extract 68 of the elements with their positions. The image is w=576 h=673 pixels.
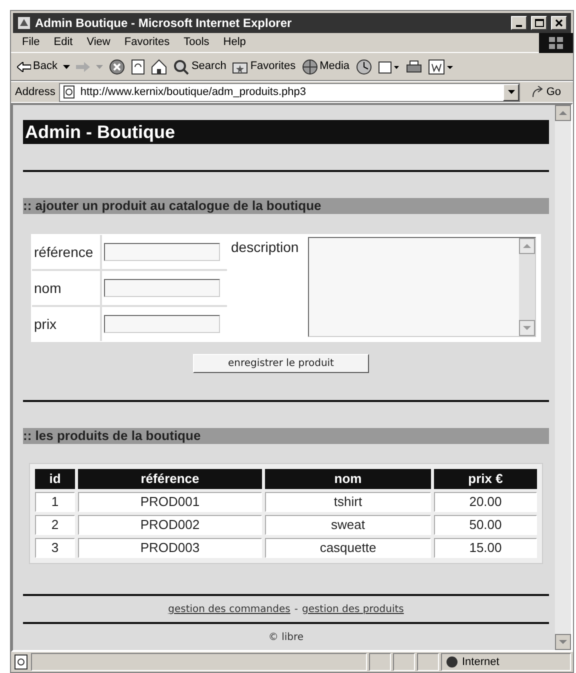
search-icon[interactable] [173,58,190,74]
back-button[interactable]: Back [17,58,58,75]
go-button[interactable]: Go [524,84,569,100]
footer-link[interactable]: gestion des produits [302,602,404,616]
address-field[interactable]: http://www.kernix/boutique/adm_produits.php3 [59,82,520,102]
input-field[interactable] [104,243,220,261]
menu-item[interactable]: View [80,34,118,51]
column-header: prix € [434,469,537,489]
window-title: Admin Boutique - Microsoft Internet Explorer [35,15,293,32]
maximize-button[interactable] [531,16,547,30]
table-cell: 20.00 [434,492,537,512]
section-heading: :: les produits de la boutique [23,428,549,444]
table-cell: casquette [265,538,431,558]
input-field[interactable] [104,279,220,297]
favorites-button[interactable]: Favorites [232,58,296,75]
stop-icon[interactable] [109,58,126,74]
column-header: nom [265,469,431,489]
browser-icon[interactable] [17,16,31,30]
page-icon[interactable] [13,654,29,670]
maximize-icon [534,19,544,27]
printer-icon[interactable] [406,60,422,74]
table-cell: 50.00 [434,515,537,535]
dropdown-arrow-icon[interactable] [508,90,515,94]
scroll-down-icon[interactable] [555,634,571,650]
close-icon [555,19,563,27]
table-cell: tshirt [265,492,431,512]
input-field[interactable] [104,315,220,333]
menu-item[interactable]: Favorites [117,34,177,51]
table-cell: PROD002 [78,515,262,535]
field-label: référence [34,242,94,262]
table-cell: 2 [35,515,75,535]
menu-item[interactable]: Edit [46,34,80,51]
table-cell: 3 [35,538,75,558]
copyright-text: © libre [268,631,304,645]
document-icon[interactable] [428,58,454,74]
menu-item[interactable]: Tools [176,34,216,51]
status-zone: Internet [441,653,571,671]
close-button[interactable] [551,16,567,30]
minimize-button[interactable] [511,16,527,30]
menu-item[interactable]: File [15,34,47,51]
table-cell: 1 [35,492,75,512]
column-header: référence [78,469,262,489]
submit-button[interactable]: enregistrer le produit [193,354,369,373]
page-icon[interactable] [62,85,76,99]
column-header: id [35,469,75,489]
go-arrow-icon[interactable] [532,86,544,98]
table-cell: PROD003 [78,538,262,558]
table-cell: PROD001 [78,492,262,512]
page-heading: Admin - Boutique [23,120,549,144]
section-heading: :: ajouter un produit au catalogue de la boutique [23,198,549,214]
footer-link[interactable]: gestion des commandes [168,602,290,616]
field-label: description [231,239,299,255]
history-icon[interactable] [356,58,372,74]
back-arrow-icon[interactable] [17,62,31,72]
table-cell: 15.00 [434,538,537,558]
dropdown-arrow-icon[interactable] [63,64,70,68]
refresh-icon[interactable] [131,58,146,74]
field-label: nom [34,278,62,298]
window-logo-icon[interactable] [549,36,563,48]
search-button[interactable]: Search [173,58,226,75]
home-icon[interactable] [151,58,168,74]
scroll-up-icon[interactable] [555,105,571,121]
media-button[interactable]: Media [302,58,350,75]
menu-item[interactable]: Help [216,34,253,51]
separator: - [294,602,298,616]
address-label: Address [15,84,56,100]
field-label: prix [34,314,57,334]
table-cell: sweat [265,515,431,535]
